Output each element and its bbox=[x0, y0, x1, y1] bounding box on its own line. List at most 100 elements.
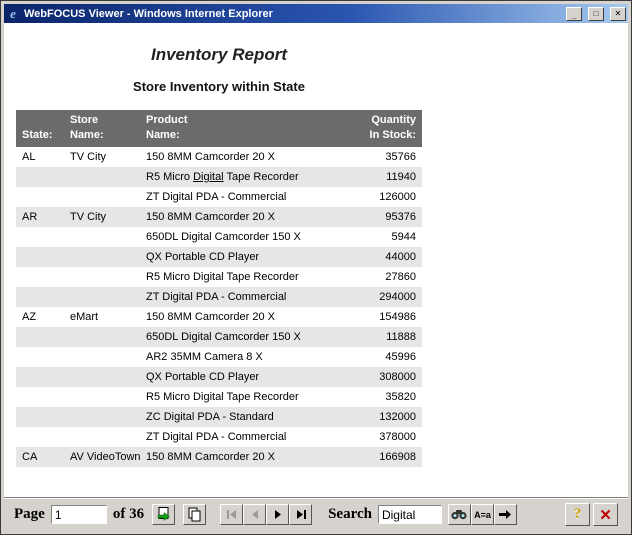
page-green-arrow-icon bbox=[156, 507, 171, 522]
product-cell: 150 8MM Camcorder 20 X bbox=[140, 207, 338, 227]
table-row: ARTV City150 8MM Camcorder 20 X95376 bbox=[16, 207, 422, 227]
quantity-cell: 308000 bbox=[338, 367, 422, 387]
search-input[interactable] bbox=[378, 505, 442, 524]
arrow-right-icon bbox=[498, 509, 512, 520]
product-cell: ZC Digital PDA - Standard bbox=[140, 407, 338, 427]
state-cell bbox=[16, 387, 64, 407]
next-page-icon bbox=[272, 510, 284, 519]
quantity-cell: 11888 bbox=[338, 327, 422, 347]
previous-page-icon bbox=[249, 510, 261, 519]
table-row: R5 Micro Digital Tape Recorder11940 bbox=[16, 167, 422, 187]
quantity-cell: 35766 bbox=[338, 147, 422, 167]
table-row: AZeMart150 8MM Camcorder 20 X154986 bbox=[16, 307, 422, 327]
store-cell bbox=[64, 187, 140, 207]
quantity-cell: 45996 bbox=[338, 347, 422, 367]
page-input[interactable] bbox=[51, 505, 107, 524]
state-cell: CA bbox=[16, 447, 64, 467]
table-row: R5 Micro Digital Tape Recorder35820 bbox=[16, 387, 422, 407]
product-cell: ZT Digital PDA - Commercial bbox=[140, 427, 338, 447]
store-cell bbox=[64, 327, 140, 347]
store-cell bbox=[64, 387, 140, 407]
last-page-button[interactable] bbox=[289, 504, 312, 525]
help-button[interactable]: ? bbox=[565, 503, 590, 526]
quantity-cell: 378000 bbox=[338, 427, 422, 447]
table-row: ZT Digital PDA - Commercial378000 bbox=[16, 427, 422, 447]
window-title: WebFOCUS Viewer - Windows Internet Explo… bbox=[24, 8, 560, 20]
store-cell bbox=[64, 427, 140, 447]
column-header: StoreName: bbox=[64, 110, 140, 147]
store-cell: TV City bbox=[64, 207, 140, 227]
report-table: State:StoreName:ProductName:QuantityIn S… bbox=[16, 110, 422, 467]
close-button[interactable]: ✕ bbox=[610, 7, 626, 21]
quantity-cell: 44000 bbox=[338, 247, 422, 267]
search-label: Search bbox=[328, 506, 372, 523]
table-row: ZT Digital PDA - Commercial294000 bbox=[16, 287, 422, 307]
report-content: Inventory Report Store Inventory within … bbox=[4, 23, 628, 497]
store-cell bbox=[64, 347, 140, 367]
state-cell bbox=[16, 327, 64, 347]
quantity-cell: 126000 bbox=[338, 187, 422, 207]
search-next-button[interactable] bbox=[494, 504, 517, 525]
column-header: QuantityIn Stock: bbox=[338, 110, 422, 147]
first-page-icon bbox=[226, 510, 238, 519]
table-row: QX Portable CD Player308000 bbox=[16, 367, 422, 387]
next-page-button[interactable] bbox=[266, 504, 289, 525]
minimize-button[interactable]: _ bbox=[566, 7, 582, 21]
internet-explorer-icon: e bbox=[6, 7, 20, 20]
store-cell bbox=[64, 287, 140, 307]
store-cell bbox=[64, 367, 140, 387]
first-page-button[interactable] bbox=[220, 504, 243, 525]
quantity-cell: 5944 bbox=[338, 227, 422, 247]
store-cell bbox=[64, 247, 140, 267]
state-cell: AZ bbox=[16, 307, 64, 327]
close-viewer-button[interactable]: ✕ bbox=[593, 503, 618, 526]
quantity-cell: 11940 bbox=[338, 167, 422, 187]
quantity-cell: 27860 bbox=[338, 267, 422, 287]
search-match-highlight: Digital bbox=[193, 171, 224, 183]
table-row: QX Portable CD Player44000 bbox=[16, 247, 422, 267]
page-navigation-group bbox=[220, 504, 312, 525]
store-cell bbox=[64, 227, 140, 247]
state-cell bbox=[16, 227, 64, 247]
previous-page-button[interactable] bbox=[243, 504, 266, 525]
column-header: ProductName: bbox=[140, 110, 338, 147]
table-header-row: State:StoreName:ProductName:QuantityIn S… bbox=[16, 110, 422, 147]
product-cell: 650DL Digital Camcorder 150 X bbox=[140, 327, 338, 347]
store-cell bbox=[64, 267, 140, 287]
copy-page-button[interactable] bbox=[183, 504, 206, 525]
last-page-icon bbox=[295, 510, 307, 519]
state-cell bbox=[16, 267, 64, 287]
webfocus-viewer-window: e WebFOCUS Viewer - Windows Internet Exp… bbox=[0, 0, 632, 535]
state-cell: AL bbox=[16, 147, 64, 167]
find-button[interactable] bbox=[448, 504, 471, 525]
store-cell: eMart bbox=[64, 307, 140, 327]
report-subtitle: Store Inventory within State bbox=[16, 79, 422, 94]
column-header: State: bbox=[16, 110, 64, 147]
product-cell: R5 Micro Digital Tape Recorder bbox=[140, 167, 338, 187]
product-cell: ZT Digital PDA - Commercial bbox=[140, 187, 338, 207]
page-count-label: of 36 bbox=[113, 506, 144, 523]
report-title: Inventory Report bbox=[16, 45, 422, 65]
product-cell: R5 Micro Digital Tape Recorder bbox=[140, 267, 338, 287]
maximize-button[interactable]: □ bbox=[588, 7, 604, 21]
match-case-button[interactable]: A=a bbox=[471, 504, 494, 525]
product-cell: 150 8MM Camcorder 20 X bbox=[140, 447, 338, 467]
state-cell bbox=[16, 407, 64, 427]
state-cell bbox=[16, 247, 64, 267]
store-cell: AV VideoTown bbox=[64, 447, 140, 467]
match-case-icon: A=a bbox=[474, 510, 491, 520]
store-cell: TV City bbox=[64, 147, 140, 167]
goto-page-button[interactable] bbox=[152, 504, 175, 525]
quantity-cell: 35820 bbox=[338, 387, 422, 407]
quantity-cell: 154986 bbox=[338, 307, 422, 327]
copy-pages-icon bbox=[187, 507, 202, 522]
viewer-toolbar: Page of 36 bbox=[4, 497, 628, 531]
binoculars-icon bbox=[451, 509, 467, 520]
state-cell: AR bbox=[16, 207, 64, 227]
table-row: ZC Digital PDA - Standard132000 bbox=[16, 407, 422, 427]
titlebar[interactable]: e WebFOCUS Viewer - Windows Internet Exp… bbox=[4, 4, 628, 23]
state-cell bbox=[16, 347, 64, 367]
page-label: Page bbox=[14, 506, 45, 523]
product-cell: 150 8MM Camcorder 20 X bbox=[140, 147, 338, 167]
table-row: CAAV VideoTown150 8MM Camcorder 20 X1669… bbox=[16, 447, 422, 467]
